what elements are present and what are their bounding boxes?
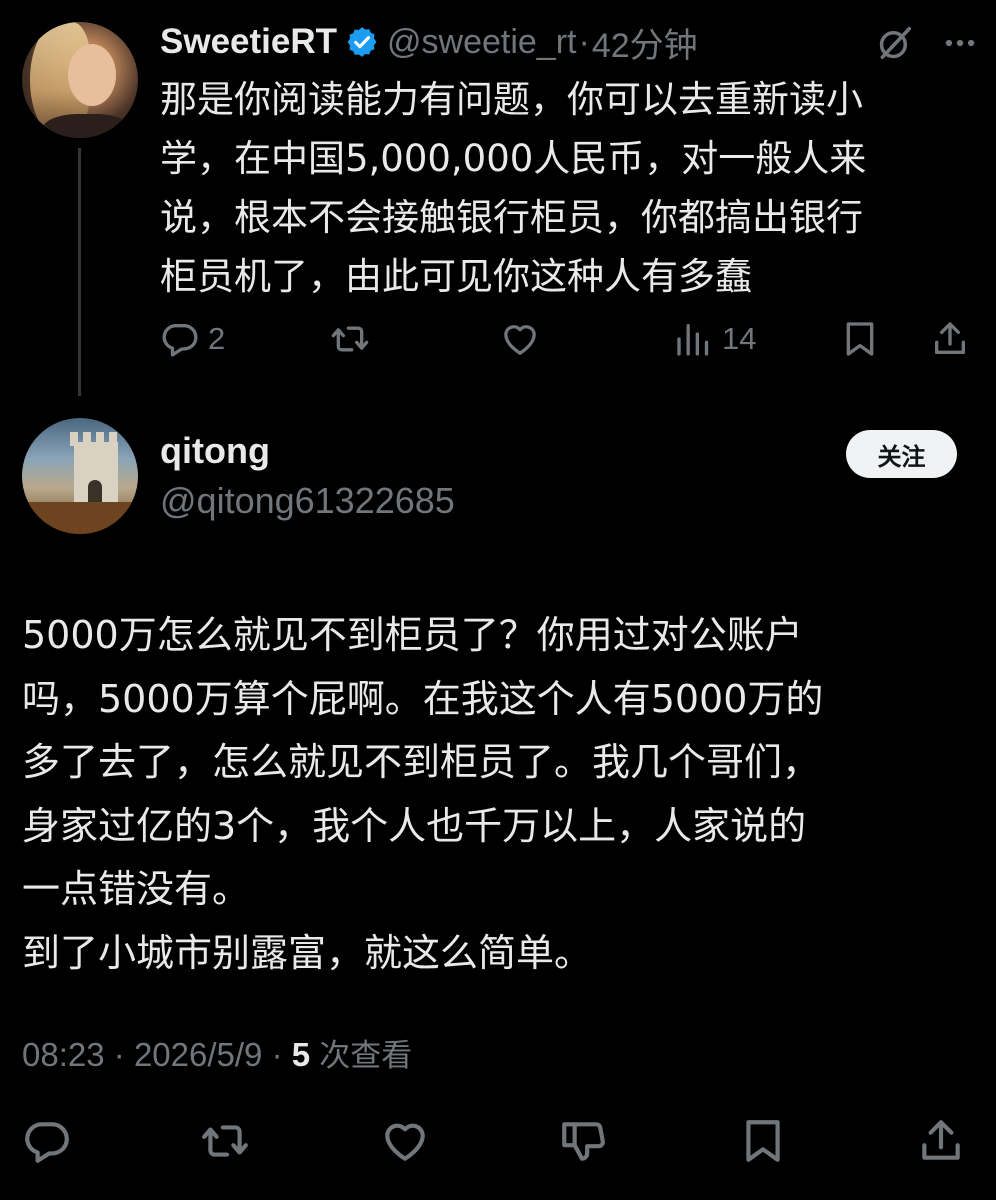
avatar-shoulder	[42, 114, 132, 138]
retweet-button[interactable]	[330, 316, 370, 362]
tweet-metadata: 08:23 · 2026/5/9 · 5 次查看	[22, 1030, 412, 1075]
bookmark-button[interactable]	[738, 1116, 788, 1166]
more-icon[interactable]	[940, 24, 980, 62]
grok-icon[interactable]	[876, 24, 914, 62]
bookmark-icon	[746, 1120, 780, 1162]
thread-line	[78, 148, 81, 396]
verified-badge-icon	[347, 27, 377, 57]
tweet-header: SweetieRT @sweetie_rt · 42分钟	[160, 18, 698, 66]
like-button[interactable]	[380, 1116, 430, 1166]
separator: ·	[578, 22, 590, 61]
dislike-icon	[562, 1122, 605, 1161]
reply-icon	[25, 1122, 69, 1163]
display-name[interactable]: qitong	[160, 430, 270, 472]
views-icon	[677, 324, 709, 356]
share-button[interactable]	[916, 1116, 966, 1166]
avatar-castle-door	[88, 480, 102, 502]
bookmark-button[interactable]	[840, 316, 880, 362]
tweet-text: 那是你阅读能力有问题，你可以去重新读小 学，在中国5,000,000人民币，对一…	[160, 78, 867, 298]
share-icon	[922, 1120, 960, 1160]
retweet-icon	[331, 326, 369, 352]
like-button[interactable]	[500, 316, 540, 362]
bookmark-icon	[846, 322, 874, 356]
avatar[interactable]	[22, 22, 138, 138]
share-icon	[935, 322, 965, 354]
tweet-date[interactable]: 2026/5/9	[134, 1036, 262, 1073]
display-name[interactable]: SweetieRT	[160, 22, 337, 62]
tweet-time[interactable]: 08:23	[22, 1036, 105, 1073]
reply-count: 2	[208, 321, 226, 356]
follow-button[interactable]: 关注	[846, 430, 957, 478]
dislike-button[interactable]	[558, 1116, 608, 1166]
handle[interactable]: @sweetie_rt	[387, 23, 576, 62]
avatar[interactable]	[22, 418, 138, 534]
timestamp[interactable]: 42分钟	[592, 18, 698, 67]
view-count: 14	[722, 321, 757, 356]
views-label: 次查看	[319, 1038, 413, 1074]
separator: ·	[271, 1036, 283, 1073]
like-icon	[504, 325, 536, 355]
share-button[interactable]	[930, 316, 970, 362]
reply-button[interactable]: 2	[160, 316, 225, 362]
retweet-icon	[202, 1125, 248, 1157]
handle[interactable]: @qitong61322685	[160, 480, 455, 522]
views-count[interactable]: 5	[292, 1036, 310, 1073]
separator: ·	[113, 1036, 125, 1073]
retweet-button[interactable]	[200, 1116, 250, 1166]
reply-button[interactable]	[22, 1116, 72, 1166]
like-icon	[385, 1123, 425, 1161]
reply-icon	[162, 324, 198, 357]
views-button[interactable]: 14	[674, 316, 756, 362]
avatar-ground	[22, 502, 138, 534]
avatar-face	[68, 44, 116, 106]
tweet-text: 5000万怎么就见不到柜员了？你用过对公账户 吗，5000万算个屁啊。在我这个人…	[22, 613, 824, 975]
